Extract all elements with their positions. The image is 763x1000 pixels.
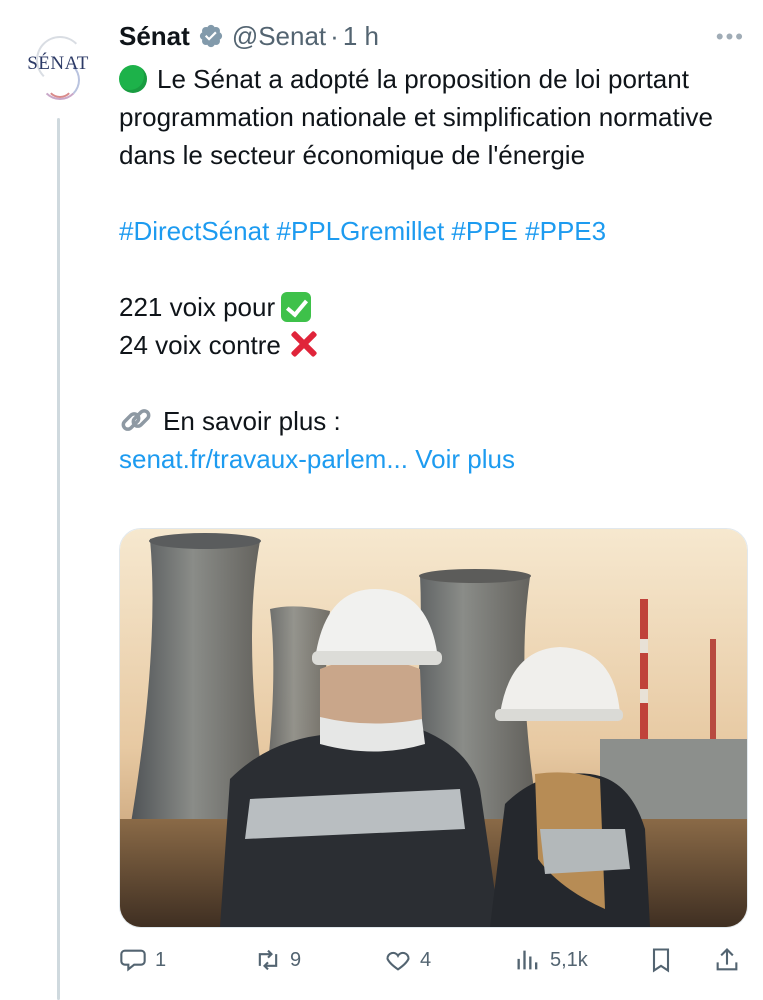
avatar[interactable]: SÉNAT (22, 30, 94, 102)
author-handle[interactable]: @Senat (232, 21, 326, 52)
tweet-image[interactable] (119, 528, 748, 928)
views-icon (517, 950, 538, 970)
views-count: 5,1k (550, 948, 588, 971)
votes-against-text: 24 voix contre (119, 330, 281, 360)
green-circle-emoji-icon (119, 65, 147, 93)
check-mark-icon (281, 292, 312, 322)
action-bar: 1 9 4 5,1k (119, 940, 746, 980)
tweet-text: Le Sénat a adopté la proposition de loi … (119, 60, 744, 478)
hashtag-row: #DirectSénat #PPLGremillet #PPE #PPE3 (119, 212, 744, 250)
verified-badge-icon (199, 24, 222, 48)
tweet-header: Sénat @Senat · 1 h ••• (119, 18, 745, 54)
external-link[interactable]: senat.fr/travaux-parlem... (119, 444, 408, 474)
like-count: 4 (420, 948, 432, 971)
share-button[interactable] (713, 940, 749, 980)
tweet-main-paragraph: Le Sénat a adopté la proposition de loi … (119, 60, 744, 174)
more-info-line: En savoir plus : (119, 402, 744, 440)
nuclear-plant-photo (120, 529, 747, 927)
separator: · (330, 20, 339, 51)
retweet-button[interactable]: 9 (254, 940, 301, 980)
reply-icon (120, 949, 146, 972)
more-info-label: En savoir plus : (163, 406, 341, 436)
author-name[interactable]: Sénat (119, 21, 190, 52)
tweet-body: Le Sénat a adopté la proposition de loi … (119, 64, 713, 170)
bookmark-button[interactable] (647, 940, 683, 980)
link-emoji-icon (121, 409, 151, 431)
votes-for: 221 voix pour (119, 288, 744, 326)
thread-line (57, 118, 60, 1000)
retweet-count: 9 (290, 948, 302, 971)
reply-count: 1 (155, 948, 167, 971)
more-options-icon[interactable]: ••• (716, 24, 745, 50)
retweet-icon (258, 949, 278, 971)
link-line: senat.fr/travaux-parlem... Voir plus (119, 440, 744, 478)
bookmark-icon (652, 948, 670, 973)
timestamp[interactable]: 1 h (343, 21, 379, 52)
views-button[interactable]: 5,1k (514, 940, 588, 980)
hashtag-link[interactable]: #PPE (451, 216, 518, 246)
like-button[interactable]: 4 (384, 940, 431, 980)
votes-for-text: 221 voix pour (119, 292, 276, 322)
share-icon (716, 948, 738, 971)
show-more-link[interactable]: Voir plus (415, 444, 515, 474)
votes-against: 24 voix contre (119, 326, 744, 364)
cross-mark-icon (287, 327, 321, 361)
hashtag-link[interactable]: #PPLGremillet (277, 216, 445, 246)
hashtag-link[interactable]: #DirectSénat (119, 216, 269, 246)
reply-button[interactable]: 1 (119, 940, 166, 980)
avatar-logo-text: SÉNAT (27, 53, 89, 74)
hashtag-link[interactable]: #PPE3 (525, 216, 606, 246)
heart-icon (386, 951, 410, 971)
